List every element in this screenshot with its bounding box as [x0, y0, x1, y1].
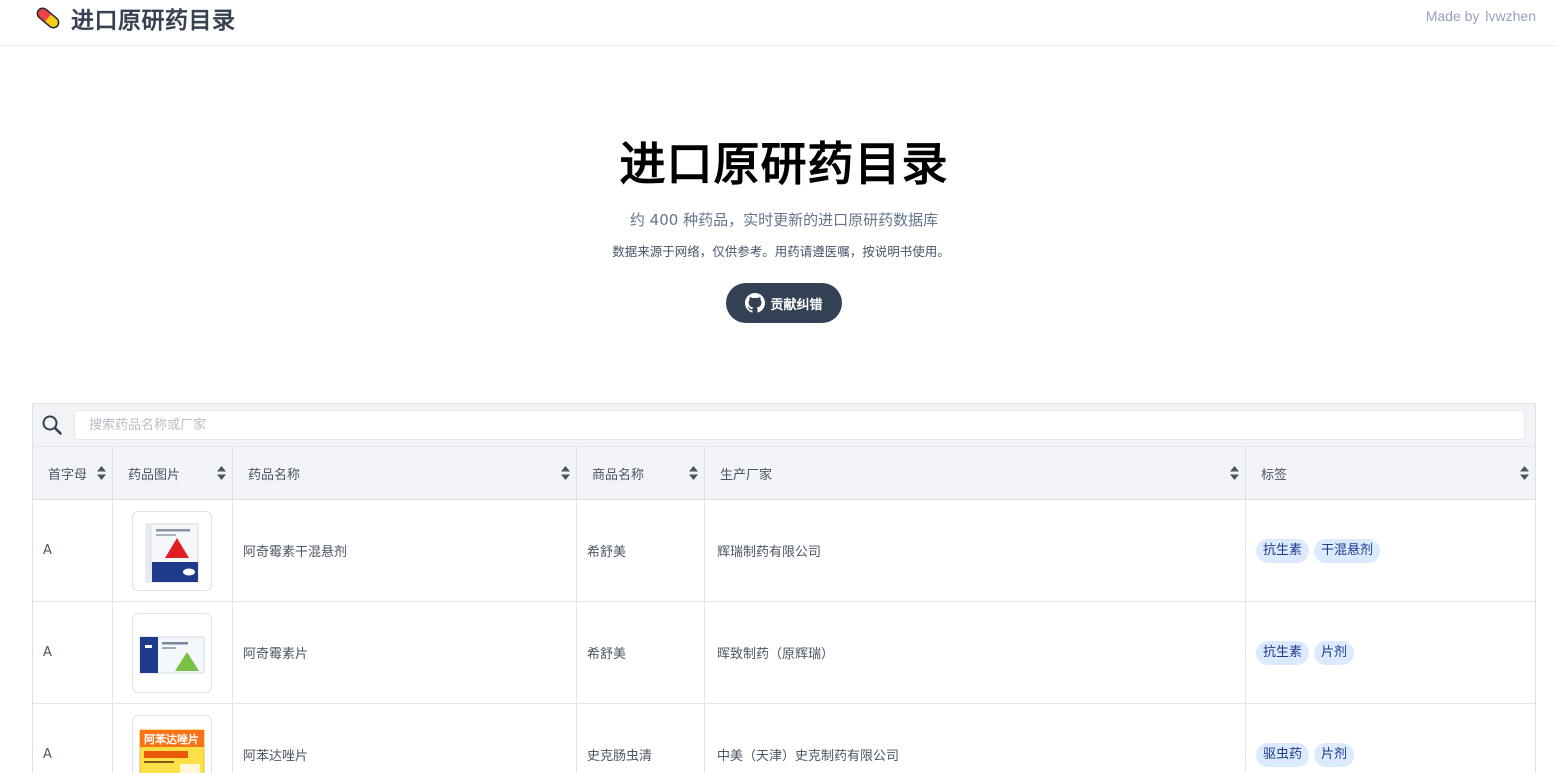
column-header-tags[interactable]: 标签 [1246, 447, 1535, 500]
cell-maker: 辉瑞制药有限公司 [705, 500, 1246, 601]
table-row[interactable]: A 阿苯达唑片 阿苯达唑片 史克肠虫清 中美（天津）史克制药有限公司 驱虫药 片… [33, 704, 1535, 773]
cell-image: 阿苯达唑片 [113, 704, 233, 773]
table-row[interactable]: A 阿奇霉素片 希舒美 晖致制药（原辉瑞） 抗生素 片剂 [33, 602, 1535, 704]
github-icon [745, 293, 766, 313]
sort-icon [217, 466, 226, 480]
page-title: 进口原研药目录 [619, 137, 949, 191]
medicine-box-image [139, 636, 205, 673]
cell-brand-name: 希舒美 [577, 500, 705, 601]
cell-image [113, 500, 233, 601]
cell-brand-name: 希舒美 [577, 602, 705, 703]
search-icon [42, 415, 62, 435]
medicine-box-image [145, 523, 199, 582]
drug-image-thumbnail[interactable] [132, 510, 212, 591]
column-header-maker[interactable]: 生产厂家 [705, 447, 1246, 500]
drug-image-thumbnail[interactable]: 阿苯达唑片 [132, 714, 212, 773]
column-header-letter[interactable]: 首字母 [33, 447, 113, 500]
medicine-box-image: 阿苯达唑片 [139, 729, 205, 773]
table-header: 首字母 药品图片 药品名称 商品名称 生产厂家 标签 [33, 447, 1535, 500]
brand-title: 进口原研药目录 [71, 8, 236, 34]
cell-letter: A [33, 500, 113, 601]
tag-chip[interactable]: 驱虫药 [1256, 742, 1310, 767]
made-by: Made by lvwzhen [1426, 8, 1536, 24]
cell-drug-name: 阿奇霉素干混悬剂 [233, 500, 577, 601]
search-bar [33, 404, 1535, 447]
cell-maker: 中美（天津）史克制药有限公司 [705, 704, 1246, 773]
column-header-label: 药品图片 [128, 468, 181, 483]
cell-letter: A [33, 704, 113, 773]
column-header-label: 标签 [1261, 468, 1288, 483]
column-header-name[interactable]: 药品名称 [233, 447, 577, 500]
cell-tags: 抗生素 片剂 [1246, 602, 1535, 703]
sort-icon [689, 466, 698, 480]
cell-drug-name: 阿苯达唑片 [233, 704, 577, 773]
drug-image-thumbnail[interactable] [132, 612, 212, 693]
tag-chip[interactable]: 片剂 [1314, 640, 1355, 665]
column-header-label: 首字母 [48, 468, 88, 483]
author-link[interactable]: lvwzhen [1485, 8, 1536, 24]
tag-chip[interactable]: 抗生素 [1256, 640, 1310, 665]
table-row[interactable]: A 阿奇霉素干混悬剂 希舒美 辉瑞制药有限公司 抗生素 干混悬剂 [33, 500, 1535, 602]
column-header-label: 生产厂家 [720, 468, 773, 483]
contribute-button[interactable]: 贡献纠错 [726, 283, 842, 323]
sort-icon [1520, 466, 1529, 480]
contribute-label: 贡献纠错 [770, 296, 823, 312]
cell-brand-name: 史克肠虫清 [577, 704, 705, 773]
tag-chip[interactable]: 抗生素 [1256, 538, 1310, 563]
box-label-text: 阿苯达唑片 [144, 732, 199, 746]
tag-chip[interactable]: 干混悬剂 [1314, 538, 1381, 563]
cell-letter: A [33, 602, 113, 703]
column-header-brand[interactable]: 商品名称 [577, 447, 705, 500]
column-header-label: 药品名称 [248, 468, 301, 483]
cell-drug-name: 阿奇霉素片 [233, 602, 577, 703]
cell-image [113, 602, 233, 703]
cell-maker: 晖致制药（原辉瑞） [705, 602, 1246, 703]
sort-icon [97, 466, 106, 480]
brand-link[interactable]: 进口原研药目录 [33, 2, 236, 34]
tag-chip[interactable]: 片剂 [1314, 742, 1355, 767]
search-input[interactable] [74, 410, 1525, 440]
top-bar: 进口原研药目录 Made by lvwzhen [0, 0, 1558, 46]
made-by-label: Made by [1425, 8, 1480, 24]
sort-icon [1230, 466, 1239, 480]
column-header-image[interactable]: 药品图片 [113, 447, 233, 500]
drug-table: 首字母 药品图片 药品名称 商品名称 生产厂家 标签 A [32, 403, 1536, 773]
sort-icon [561, 466, 570, 480]
pill-icon [36, 7, 60, 29]
cell-tags: 抗生素 干混悬剂 [1246, 500, 1535, 601]
disclaimer-note: 数据来源于网络，仅供参考。用药请遵医嘱，按说明书使用。 [612, 244, 950, 259]
page-subtitle: 约 400 种药品，实时更新的进口原研药数据库 [629, 211, 939, 229]
cell-tags: 驱虫药 片剂 [1246, 704, 1535, 773]
column-header-label: 商品名称 [592, 468, 645, 483]
